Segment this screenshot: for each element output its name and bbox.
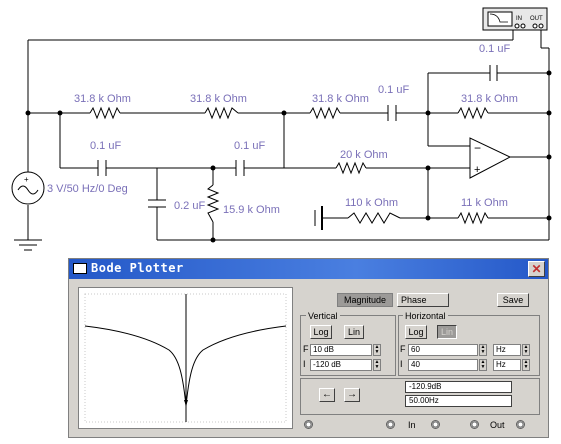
bode-title: Bode Plotter (91, 261, 184, 275)
opamp-plus: + (474, 164, 480, 176)
horizontal-initial-spinner[interactable]: ▲ ▼ (479, 359, 487, 371)
component-labels: 31.8 k Ohm 31.8 k Ohm 31.8 k Ohm 31.8 k … (47, 43, 518, 216)
label-r4: 31.8 k Ohm (461, 93, 518, 105)
capacitor-c-top (489, 65, 498, 81)
bode-plot-svg (84, 293, 287, 423)
horizontal-initial-field[interactable]: 40 (408, 359, 478, 371)
readout-magnitude: -120.9dB (405, 381, 512, 393)
vertical-initial-field[interactable]: -120 dB (310, 359, 372, 371)
horizontal-i-label: I (400, 359, 403, 369)
instrument-out-label: OUT (530, 16, 543, 22)
horizontal-final-unit[interactable]: Hz (493, 344, 521, 356)
label-r6: 15.9 k Ohm (223, 204, 280, 216)
horizontal-f-label: F (400, 344, 406, 354)
capacitor-c-left (97, 160, 107, 176)
cursor-right-button[interactable]: → (344, 388, 360, 402)
instrument-in-label: IN (516, 16, 522, 22)
terminal-left-marker (304, 420, 313, 429)
vertical-log-button[interactable]: Log (310, 325, 332, 339)
vertical-title: Vertical (306, 311, 340, 321)
label-r3: 31.8 k Ohm (312, 93, 369, 105)
label-r7: 110 k Ohm (345, 197, 398, 209)
label-r2: 31.8 k Ohm (190, 93, 247, 105)
window-icon (73, 263, 87, 274)
label-r8: 11 k Ohm (461, 197, 508, 209)
capacitor-c-series (387, 105, 397, 121)
bode-titlebar[interactable]: Bode Plotter ✕ (69, 259, 548, 279)
readout-frequency: 50.00Hz (405, 395, 512, 407)
resistor-r3 (309, 106, 341, 120)
vertical-i-label: I (303, 359, 306, 369)
label-c4: 0.1 uF (234, 140, 265, 152)
magnitude-button[interactable]: Magnitude (337, 293, 393, 307)
ground-symbol (14, 239, 42, 251)
cursor-left-button[interactable]: ← (319, 388, 335, 402)
cursor-marker (184, 400, 188, 406)
capacitor-c-shunt (148, 199, 166, 208)
in-label: In (408, 420, 416, 430)
bode-controls: Magnitude Phase Save Vertical Log Lin F … (300, 287, 542, 434)
resistor-r2 (204, 106, 239, 120)
resistor-r4 (457, 106, 489, 120)
in-terminal-negative[interactable] (431, 420, 440, 429)
resistor-r6 (206, 184, 220, 223)
label-c1: 0.1 uF (479, 43, 510, 55)
ac-source: + (11, 171, 45, 205)
capacitor-c-mid (235, 160, 245, 176)
phase-button[interactable]: Phase (397, 293, 449, 307)
label-c2: 0.1 uF (378, 84, 409, 96)
resistor-r8 (457, 211, 489, 225)
capacitors (97, 65, 498, 208)
vertical-lin-button[interactable]: Lin (344, 325, 364, 339)
label-c5: 0.2 uF (174, 200, 205, 212)
resistor-r5 (335, 161, 367, 175)
vertical-f-label: F (303, 344, 309, 354)
label-c3: 0.1 uF (90, 140, 121, 152)
horizontal-log-button[interactable]: Log (405, 325, 427, 339)
svg-text:+: + (24, 175, 29, 184)
save-button[interactable]: Save (497, 293, 529, 307)
bode-plotter-window: Bode Plotter ✕ Magnitude Phase Save Vert… (68, 258, 549, 438)
horizontal-final-field[interactable]: 60 (408, 344, 478, 356)
label-source: 3 V/50 Hz/0 Deg (47, 183, 128, 195)
resistor-r1 (89, 106, 121, 120)
horizontal-initial-unit-spinner[interactable]: ▲ ▼ (522, 359, 530, 371)
out-terminal-positive[interactable] (470, 420, 479, 429)
horizontal-title: Horizontal (403, 311, 448, 321)
label-r1: 31.8 k Ohm (74, 93, 131, 105)
horizontal-final-unit-spinner[interactable]: ▲ ▼ (522, 344, 530, 356)
vertical-final-field[interactable]: 10 dB (310, 344, 372, 356)
opamp-minus: − (474, 141, 481, 155)
out-terminal-negative[interactable] (516, 420, 525, 429)
horizontal-lin-button[interactable]: Lin (437, 325, 457, 339)
battery-symbol (314, 206, 323, 230)
close-icon[interactable]: ✕ (528, 261, 545, 277)
vertical-initial-spinner[interactable]: ▲ ▼ (373, 359, 381, 371)
in-terminal-positive[interactable] (386, 420, 395, 429)
horizontal-final-spinner[interactable]: ▲ ▼ (479, 344, 487, 356)
resistor-r7 (347, 212, 401, 224)
bode-instrument-icon[interactable]: IN OUT (482, 7, 548, 31)
out-label: Out (490, 420, 505, 430)
label-r5: 20 k Ohm (340, 149, 388, 161)
bode-plot-display (78, 287, 293, 429)
vertical-final-spinner[interactable]: ▲ ▼ (373, 344, 381, 356)
opamp: − + (469, 137, 512, 179)
circuit-schematic: − + + IN OUT 31.8 k Ohm 31.8 k Ohm 31.8 … (11, 7, 552, 251)
horizontal-initial-unit[interactable]: Hz (493, 359, 521, 371)
